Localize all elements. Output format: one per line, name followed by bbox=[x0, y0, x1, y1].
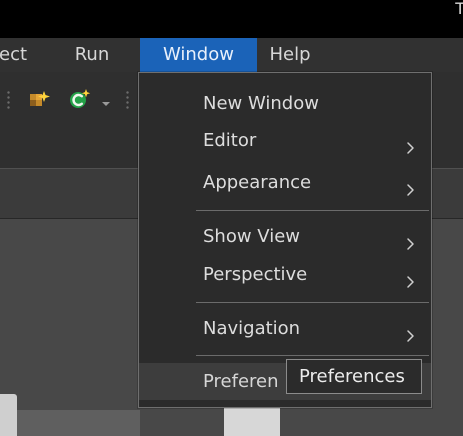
menu-item-new-window[interactable]: New Window bbox=[139, 85, 431, 122]
preferences-tooltip: Preferences bbox=[286, 359, 422, 394]
window-menu: New Window Editor Appearance Show View P… bbox=[138, 72, 432, 408]
background-shape bbox=[0, 394, 17, 436]
menu-bar: ect Run Window Help bbox=[0, 38, 463, 72]
menu-item-label: Appearance bbox=[203, 172, 312, 193]
window-title-fragment: T bbox=[455, 0, 463, 18]
toolbar-separator bbox=[126, 90, 129, 110]
chevron-right-icon bbox=[405, 320, 417, 342]
dropdown-arrow-icon[interactable] bbox=[101, 94, 111, 106]
toolbar-separator bbox=[7, 90, 10, 110]
chevron-right-icon bbox=[405, 228, 417, 250]
menu-item-perspective[interactable]: Perspective bbox=[139, 256, 431, 293]
chevron-right-icon bbox=[405, 266, 417, 288]
background-panel bbox=[0, 410, 140, 436]
menu-item-show-view[interactable]: Show View bbox=[139, 218, 431, 255]
menu-item-label: New Window bbox=[203, 93, 319, 114]
menu-item-navigation[interactable]: Navigation bbox=[139, 310, 431, 347]
menu-item-editor[interactable]: Editor bbox=[139, 122, 431, 159]
menu-item-label: Navigation bbox=[203, 318, 301, 339]
wizard-icon[interactable] bbox=[28, 87, 52, 111]
chevron-right-icon bbox=[405, 132, 417, 154]
ide-screenshot: T ect Run Window Help New Window Editor … bbox=[0, 0, 463, 436]
menu-separator bbox=[196, 355, 429, 356]
menu-window[interactable]: Window bbox=[140, 38, 257, 72]
menu-run[interactable]: Run bbox=[66, 38, 118, 72]
new-class-icon[interactable] bbox=[68, 87, 92, 111]
menu-item-label: Perspective bbox=[203, 264, 308, 285]
chevron-right-icon bbox=[405, 174, 417, 196]
title-bar: T bbox=[0, 0, 463, 38]
menu-separator bbox=[196, 302, 429, 303]
menu-item-label: Preferen bbox=[203, 371, 279, 392]
menu-project[interactable]: ect bbox=[0, 38, 41, 72]
menu-separator bbox=[196, 210, 429, 211]
menu-item-label: Show View bbox=[203, 226, 301, 247]
menu-help[interactable]: Help bbox=[257, 38, 323, 72]
menu-item-appearance[interactable]: Appearance bbox=[139, 164, 431, 201]
menu-item-label: Editor bbox=[203, 130, 257, 151]
